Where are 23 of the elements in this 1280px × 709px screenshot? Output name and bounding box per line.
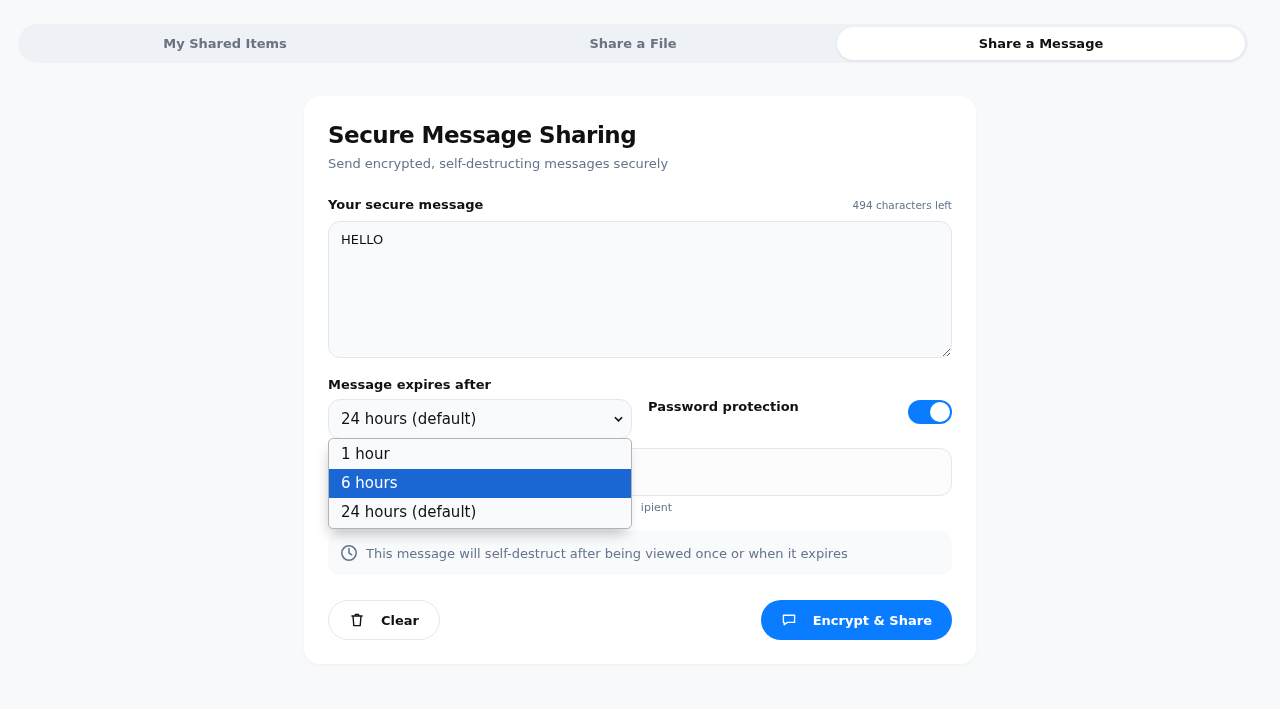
password-toggle[interactable] xyxy=(908,400,952,424)
expiry-select[interactable]: 24 hours (default) xyxy=(328,399,632,439)
field-label: Your secure message xyxy=(328,197,484,212)
card-title: Secure Message Sharing xyxy=(328,122,638,148)
trash-icon xyxy=(349,612,365,628)
character-counter: 494 characters left xyxy=(852,198,952,211)
encrypt-share-button[interactable]: Encrypt & Share xyxy=(760,600,952,640)
field-label: Message expires after xyxy=(328,377,492,392)
field-label: Password protection xyxy=(648,399,799,414)
notice-text: This message will self-destruct after being viewed once or when it expires xyxy=(366,545,848,561)
card-subtitle: Send encrypted, self-destructing messages securely xyxy=(328,156,670,171)
dropdown-option[interactable]: 1 hour xyxy=(329,440,631,469)
dropdown-option[interactable]: 24 hours (default) xyxy=(329,498,631,527)
clock-icon xyxy=(340,544,358,562)
chevron-down-icon xyxy=(614,416,623,422)
tab[interactable]: Share a Message xyxy=(837,27,1245,60)
clear-button[interactable]: Clear xyxy=(328,600,440,640)
helper-text: ipient xyxy=(640,501,672,514)
tab[interactable]: My Shared Items xyxy=(21,27,429,60)
message-field[interactable]: HELLO xyxy=(328,221,952,358)
dropdown-option[interactable]: 6 hours xyxy=(329,469,631,498)
chat-bubble-icon xyxy=(780,612,797,628)
tab[interactable]: Share a File xyxy=(429,27,837,60)
